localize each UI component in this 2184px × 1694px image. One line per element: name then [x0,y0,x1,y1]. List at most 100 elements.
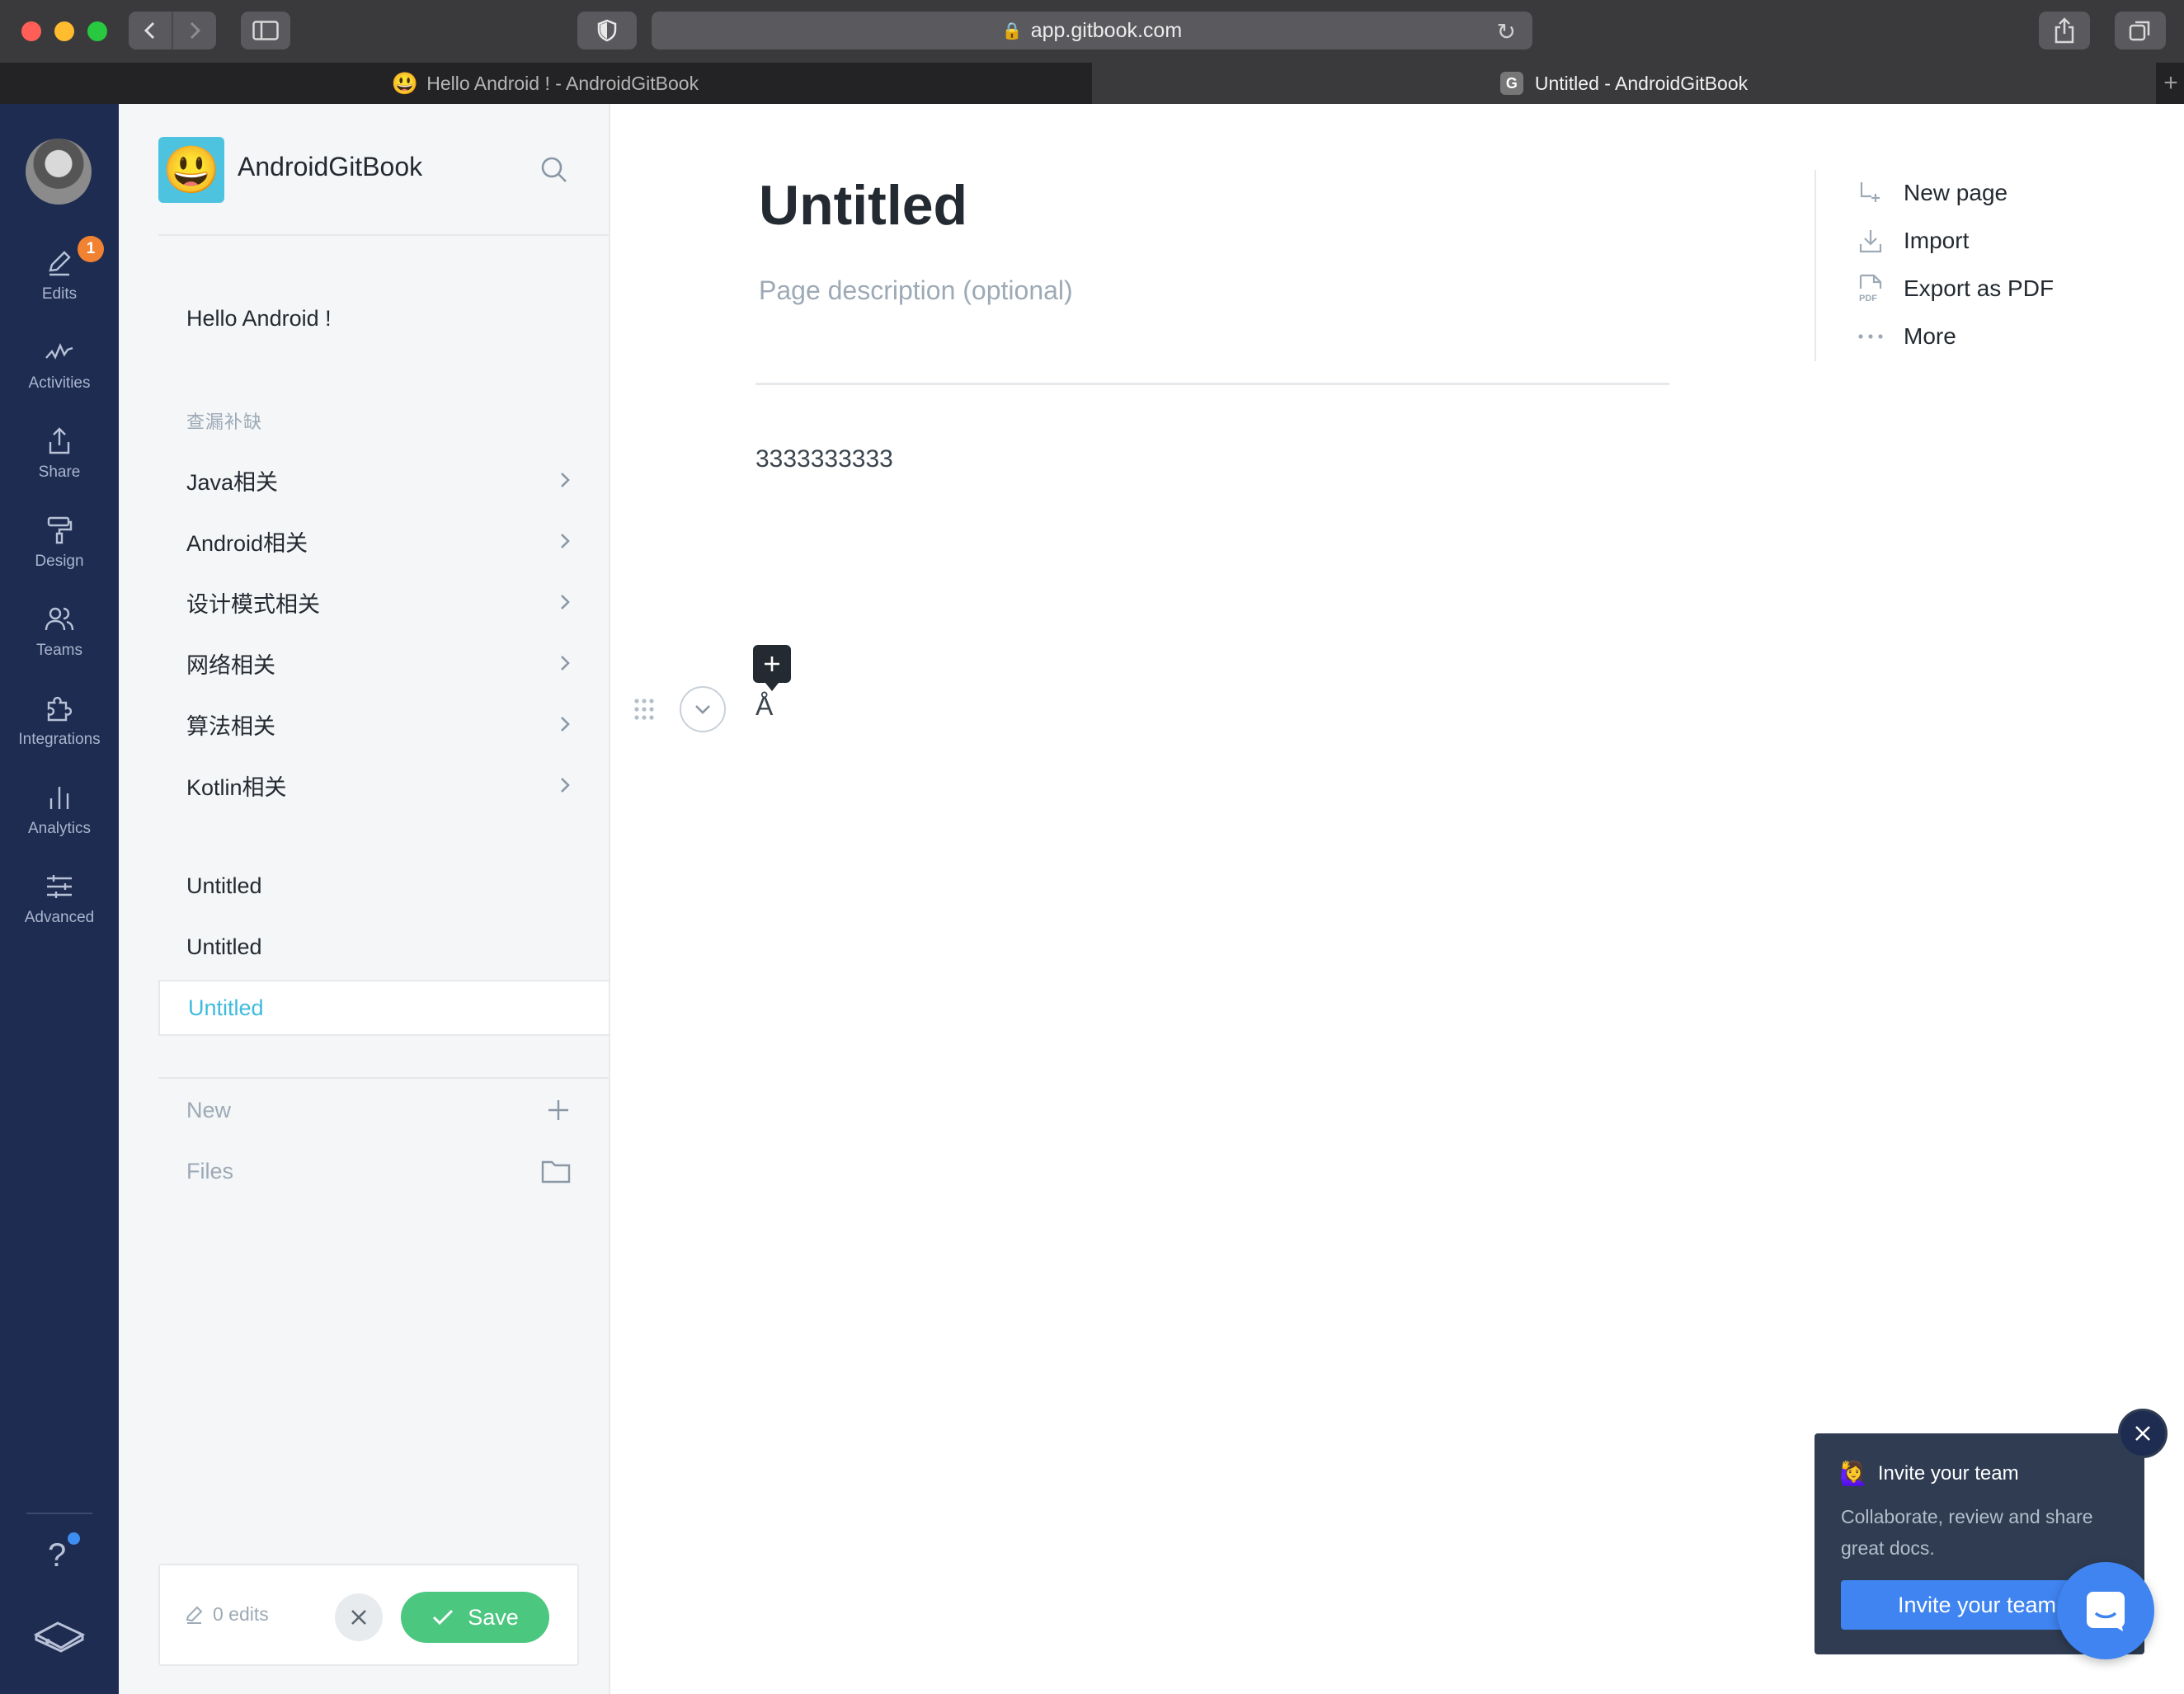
page-description-field[interactable]: Page description (optional) [759,275,1073,306]
drag-handle[interactable] [633,698,655,725]
nav-page-untitled[interactable]: Untitled [158,858,609,914]
new-page-action[interactable]: New page [1856,173,2007,213]
rail-item-label: Advanced [24,909,95,926]
tab-overview-button[interactable] [2115,12,2166,49]
help-notification-dot [68,1532,80,1545]
new-tab-button[interactable]: + [2158,63,2184,104]
check-icon [433,1609,454,1626]
nav-group-kotlin[interactable]: Kotlin相关 [158,757,609,813]
nav-item-label: Files [186,1158,234,1183]
share-page-button[interactable] [2039,12,2090,49]
close-popup-button[interactable] [2118,1409,2168,1458]
tab-hello-android[interactable]: 😃 Hello Android ! - AndroidGitBook [0,63,1090,104]
discard-edits-button[interactable] [335,1593,383,1641]
minimize-window-button[interactable] [54,21,74,41]
nav-group-design-patterns[interactable]: 设计模式相关 [158,574,609,630]
nav-item-label: Kotlin相关 [186,774,287,800]
forward-button[interactable] [172,12,216,49]
rail-divider [26,1513,92,1514]
rail-item-analytics[interactable]: Analytics [0,782,119,838]
nav-item-label: New [186,1097,232,1122]
nav-item-label: Untitled [186,934,262,959]
invite-body: Collaborate, review and share great docs… [1841,1506,2093,1559]
nav-page-hello-android[interactable]: Hello Android ! [158,290,609,346]
nav-page-untitled-active[interactable]: Untitled [158,980,609,1036]
rail-item-label: Teams [36,642,82,659]
zoom-window-button[interactable] [87,21,107,41]
import-action[interactable]: Import [1856,221,1969,261]
rail-item-activities[interactable]: Activities [0,336,119,393]
page-title[interactable]: Untitled [759,173,967,238]
space-logo[interactable]: 😃 [158,137,224,203]
reload-icon[interactable]: ↻ [1497,18,1516,45]
search-icon [541,157,567,182]
edits-count: 0 edits [185,1603,269,1626]
tab-untitled[interactable]: G Untitled - AndroidGitBook [1092,63,2156,104]
support-chat-button[interactable] [2057,1562,2154,1659]
help-button[interactable]: ? [48,1537,66,1574]
sidebar-icon [252,21,279,40]
nav-group-algorithms[interactable]: 算法相关 [158,696,609,752]
svg-text:PDF: PDF [1859,294,1877,304]
nav-item-label: Android相关 [186,530,308,556]
nav-group-network[interactable]: 网络相关 [158,635,609,691]
rail-item-design[interactable]: Design [0,515,119,571]
rail-item-label: Analytics [27,820,92,837]
chevron-right-icon[interactable] [558,713,572,736]
tab-title: Untitled - AndroidGitBook [1534,72,1749,94]
more-action[interactable]: More [1856,317,1956,356]
chat-icon [2087,1592,2125,1631]
history-nav [129,12,216,49]
gitbook-logo-icon[interactable] [33,1616,86,1657]
tabs-icon [2129,21,2150,41]
invite-title: 🙋‍♀️ Invite your team [1839,1460,2019,1487]
files-button[interactable]: Files [158,1143,609,1199]
insert-block-button[interactable] [753,645,791,691]
privacy-report-button[interactable] [577,12,637,49]
new-page-icon [1856,180,1885,206]
chevron-right-icon[interactable] [558,468,572,492]
address-bar[interactable]: 🔒 app.gitbook.com ↻ [652,12,1532,49]
nav-page-untitled[interactable]: Untitled [158,919,609,975]
back-button[interactable] [129,12,172,49]
chevron-right-icon [190,21,201,40]
export-pdf-action[interactable]: PDF Export as PDF [1856,269,2054,308]
url-text: app.gitbook.com [1030,18,1183,42]
nav-item-label: 设计模式相关 [186,591,320,617]
save-button[interactable]: Save [401,1592,549,1643]
avatar[interactable] [26,139,92,205]
browser-toolbar: 🔒 app.gitbook.com ↻ [0,0,2184,63]
close-window-button[interactable] [21,21,41,41]
close-icon [351,1610,366,1625]
edits-bar: 0 edits Save [158,1564,579,1666]
new-page-button[interactable]: New [158,1082,609,1138]
chevron-right-icon[interactable] [558,652,572,675]
rail-item-share[interactable]: Share [0,426,119,482]
rail-item-label: Share [38,463,81,481]
nav-item-label: 算法相关 [186,713,275,739]
paragraph-block[interactable]: Å [755,691,773,722]
chevron-right-icon[interactable] [558,774,572,797]
nav-group-java[interactable]: Java相关 [158,452,609,508]
close-icon [2135,1426,2150,1441]
sidebar-toggle-button[interactable] [241,12,290,49]
rail-item-advanced[interactable]: Advanced [0,871,119,927]
chevron-right-icon[interactable] [558,529,572,553]
chevron-right-icon[interactable] [558,591,572,614]
rail-item-teams[interactable]: Teams [0,604,119,660]
block-type-toggle[interactable] [680,686,726,732]
rail-item-integrations[interactable]: Integrations [0,693,119,749]
nav-item-label: Untitled [186,873,262,898]
paragraph-block[interactable]: 3333333333 [755,445,893,473]
nav-item-label: Java相关 [186,469,279,495]
gitbook-favicon-icon: G [1499,72,1523,95]
share-icon [0,426,119,460]
space-title[interactable]: AndroidGitBook [238,152,422,182]
bar-chart-icon [0,782,119,816]
search-button[interactable] [539,155,569,189]
nav-group-android[interactable]: Android相关 [158,513,609,569]
paint-roller-icon [0,515,119,549]
action-label: New page [1904,180,2008,205]
sliders-icon [0,871,119,906]
invite-button-label: Invite your team [1897,1592,2057,1617]
